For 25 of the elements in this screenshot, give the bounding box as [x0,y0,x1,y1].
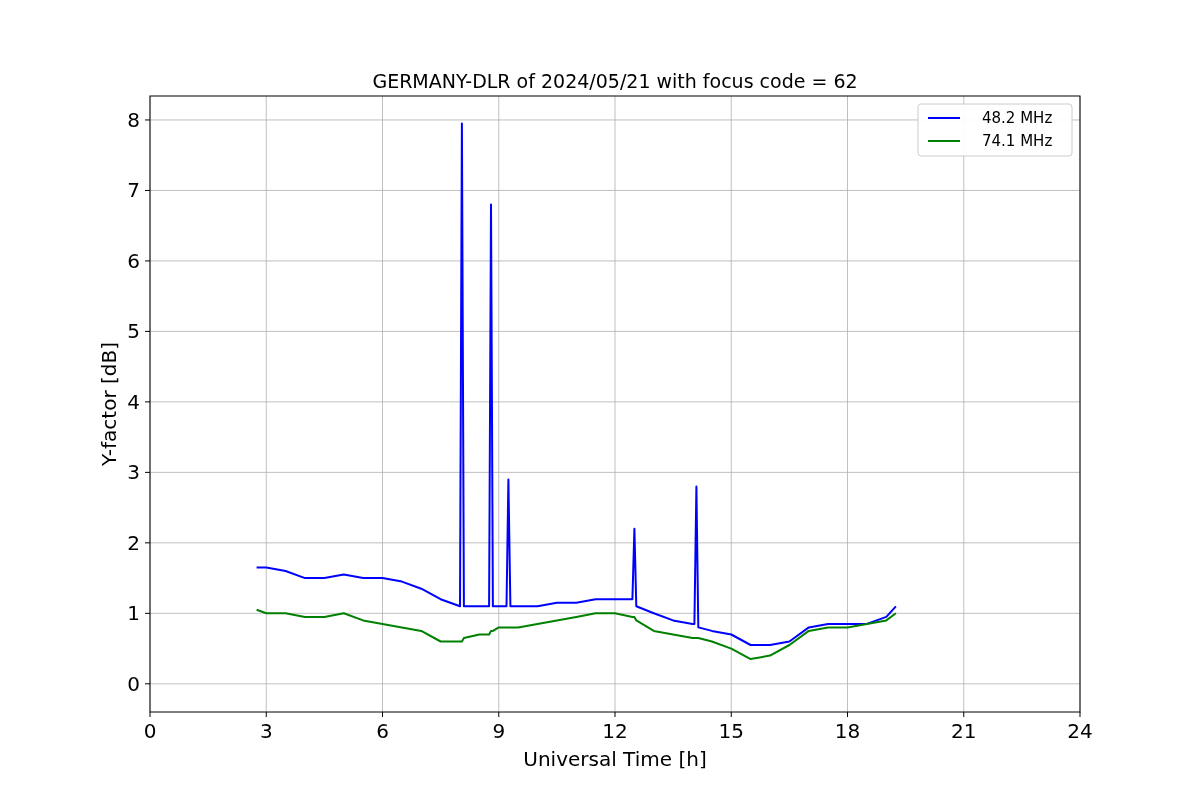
tick-label: 21 [951,719,977,743]
tick-label: 9 [492,719,506,743]
tick-label: 8 [127,107,140,132]
x-axis-label: Universal Time [h] [523,747,707,771]
tick-label: 3 [259,719,273,743]
tick-label: 4 [127,389,140,414]
y-axis-label: Y-factor [dB] [97,342,121,466]
tick-label: 7 [127,178,140,203]
tick-label: 1 [127,601,140,626]
legend-label: 48.2 MHz [982,109,1053,127]
tick-label: 0 [143,719,157,743]
tick-label: 2 [127,530,140,555]
tick-label: 5 [127,319,140,344]
tick-label: 6 [127,248,140,273]
legend-line [927,117,961,119]
tick-label: 12 [602,719,628,743]
tick-label: 0 [127,671,140,696]
chart-title: GERMANY-DLR of 2024/05/21 with focus code = 62 [372,70,858,92]
tick-label: 15 [718,719,744,743]
legend-line [927,140,961,142]
tick-label: 24 [1067,719,1093,743]
tick-label: 6 [376,719,389,743]
tick-label: 3 [127,460,140,485]
legend-label: 74.1 MHz [982,132,1053,150]
tick-label: 18 [834,719,861,743]
